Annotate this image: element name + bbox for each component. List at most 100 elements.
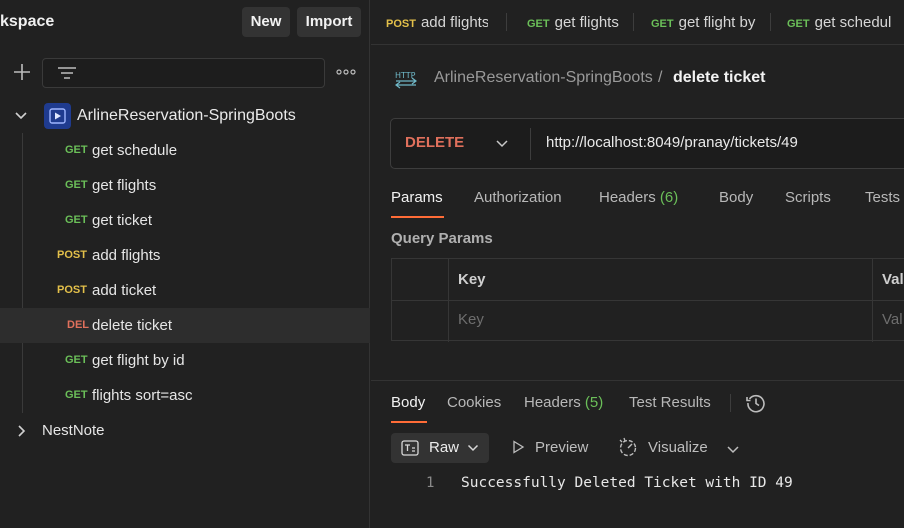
- request-name: add flights: [92, 247, 161, 264]
- tab-label: get schedul: [814, 14, 892, 31]
- workspace-title[interactable]: kspace: [0, 13, 54, 31]
- active-tab-indicator: [391, 421, 427, 423]
- format-select[interactable]: Raw: [391, 433, 489, 463]
- request-tabs-bar: POST add flights GET get flights GET get fl…: [371, 0, 904, 45]
- tab-headers-label: Headers: [599, 189, 656, 206]
- tab-label: add flights: [420, 14, 488, 31]
- tab-scripts[interactable]: Scripts: [785, 189, 831, 206]
- tab-get-flights[interactable]: GET get flights: [527, 0, 627, 45]
- method-badge: POST: [57, 249, 87, 261]
- visualize-label: Visualize: [648, 439, 708, 456]
- chevron-down-icon[interactable]: [14, 109, 28, 123]
- breadcrumb-current[interactable]: delete ticket: [673, 69, 765, 87]
- line-number: 1: [426, 475, 435, 491]
- main-pane: POST add flights GET get flights GET get fl…: [371, 0, 904, 528]
- workspace-header: kspace New Import: [0, 0, 370, 45]
- tab-tests[interactable]: Tests: [865, 189, 900, 206]
- tab-divider: [506, 13, 507, 31]
- tab-cookies[interactable]: Cookies: [447, 394, 501, 411]
- raw-icon: [401, 440, 419, 456]
- filter-input[interactable]: [42, 58, 325, 88]
- method-badge: GET: [65, 179, 88, 191]
- collection-icon: [44, 103, 71, 129]
- tab-headers-label: Headers: [524, 394, 581, 411]
- url-bar: DELETE http://localhost:8049/pranay/tick…: [390, 118, 904, 169]
- value-input[interactable]: Val: [882, 311, 903, 328]
- tab-label: get flights: [554, 14, 619, 31]
- more-icon[interactable]: [336, 69, 356, 75]
- chevron-down-icon: [467, 444, 479, 452]
- tab-add-flights[interactable]: POST add flights: [386, 0, 488, 45]
- request-item-selected[interactable]: DEL delete ticket: [0, 308, 370, 343]
- method-select[interactable]: DELETE: [405, 134, 464, 151]
- request-name: get ticket: [92, 212, 153, 229]
- method-badge: GET: [787, 18, 810, 30]
- play-icon: [513, 440, 525, 454]
- tab-divider: [770, 13, 771, 31]
- response-body-text[interactable]: Successfully Deleted Ticket with ID 49: [461, 475, 793, 491]
- method-badge: GET: [65, 214, 88, 226]
- method-badge: POST: [386, 18, 416, 30]
- import-button[interactable]: Import: [297, 7, 361, 37]
- tab-params[interactable]: Params: [391, 189, 443, 206]
- request-name: get flights: [92, 177, 157, 194]
- method-badge: GET: [65, 144, 88, 156]
- headers-count: (5): [584, 394, 604, 411]
- url-input[interactable]: http://localhost:8049/pranay/tickets/49: [546, 134, 798, 151]
- method-badge: GET: [651, 18, 674, 30]
- visualize-icon: [619, 437, 637, 457]
- tab-response-body[interactable]: Body: [391, 394, 425, 411]
- chevron-right-icon[interactable]: [14, 424, 28, 438]
- query-params-title: Query Params: [391, 230, 493, 247]
- format-label: Raw: [429, 439, 460, 456]
- history-icon[interactable]: [745, 392, 767, 414]
- method-badge: GET: [65, 354, 88, 366]
- sidebar-toolbar: [0, 56, 370, 90]
- request-name: delete ticket: [92, 317, 173, 334]
- request-item[interactable]: GET flights sort=asc: [0, 378, 370, 413]
- tab-headers[interactable]: Headers (6): [599, 189, 678, 206]
- http-icon: HTTP: [395, 71, 417, 89]
- query-params-table: Key Val Key Val: [391, 258, 904, 342]
- chevron-down-icon[interactable]: [495, 137, 509, 151]
- tab-divider: [730, 394, 731, 412]
- tab-body[interactable]: Body: [719, 189, 753, 206]
- method-badge: GET: [65, 389, 88, 401]
- breadcrumb-separator: /: [658, 69, 663, 86]
- collection-item[interactable]: ArlineReservation-SpringBoots: [0, 98, 370, 133]
- new-button[interactable]: New: [242, 7, 290, 37]
- request-config-tabs: Params Authorization Headers (6) Body Sc…: [391, 184, 904, 218]
- tab-divider: [633, 13, 634, 31]
- value-column-header: Val: [882, 271, 904, 288]
- request-name: add ticket: [92, 282, 157, 299]
- method-badge: POST: [57, 284, 87, 296]
- tab-response-headers[interactable]: Headers (5): [524, 394, 603, 411]
- request-item[interactable]: GET get schedule: [0, 133, 370, 168]
- breadcrumb-collection[interactable]: ArlineReservation-SpringBoots: [434, 69, 653, 87]
- tab-label: get flight by: [678, 14, 756, 31]
- request-item[interactable]: GET get ticket: [0, 203, 370, 238]
- key-column-header: Key: [458, 271, 486, 288]
- tab-get-flight-by[interactable]: GET get flight by: [651, 0, 757, 45]
- chevron-down-icon[interactable]: [726, 443, 740, 457]
- response-pane: Body Cookies Headers (5) Test Results Ra…: [371, 380, 904, 528]
- collection-name: NestNote: [42, 422, 105, 439]
- request-item[interactable]: POST add ticket: [0, 273, 370, 308]
- request-item[interactable]: POST add flights: [0, 238, 370, 273]
- tab-test-results[interactable]: Test Results: [629, 394, 711, 411]
- method-badge: GET: [527, 18, 550, 30]
- request-item[interactable]: GET get flights: [0, 168, 370, 203]
- tab-get-schedule[interactable]: GET get schedul: [787, 0, 897, 45]
- request-item[interactable]: GET get flight by id: [0, 343, 370, 378]
- table-divider: [392, 300, 904, 301]
- request-name: flights sort=asc: [92, 387, 193, 404]
- headers-count: (6): [659, 189, 679, 206]
- url-divider: [530, 128, 531, 160]
- request-name: get schedule: [92, 142, 178, 159]
- key-input[interactable]: Key: [458, 311, 484, 328]
- collection-name: ArlineReservation-SpringBoots: [77, 107, 296, 124]
- tab-authorization[interactable]: Authorization: [474, 189, 562, 206]
- plus-icon[interactable]: [10, 60, 34, 84]
- sidebar: kspace New Import ArlineReservation-Spri…: [0, 0, 370, 528]
- collection-item[interactable]: NestNote: [0, 413, 370, 448]
